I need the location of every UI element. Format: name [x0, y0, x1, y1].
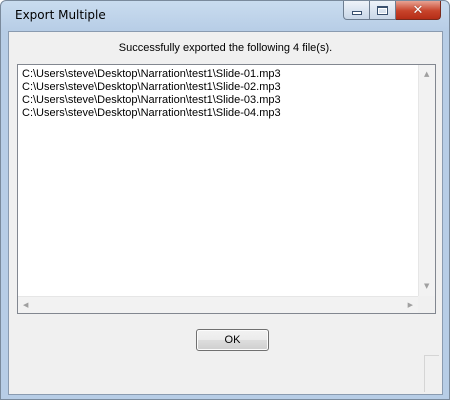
- minimize-button[interactable]: [343, 1, 370, 20]
- scroll-corner: [418, 296, 435, 313]
- horizontal-scrollbar[interactable]: ◀ ▶: [18, 296, 418, 313]
- title-bar[interactable]: Export Multiple ✕: [1, 1, 449, 31]
- export-multiple-window: Export Multiple ✕ Successfully exported …: [0, 0, 450, 400]
- scroll-left-arrow-icon[interactable]: ◀: [23, 302, 28, 309]
- list-item[interactable]: C:\Users\steve\Desktop\Narration\test1\S…: [22, 68, 281, 81]
- exported-files-list[interactable]: C:\Users\steve\Desktop\Narration\test1\S…: [17, 64, 436, 314]
- file-list-content: C:\Users\steve\Desktop\Narration\test1\S…: [22, 68, 281, 120]
- list-item[interactable]: C:\Users\steve\Desktop\Narration\test1\S…: [22, 81, 281, 94]
- close-icon: ✕: [412, 2, 424, 18]
- caption-buttons: ✕: [343, 1, 441, 21]
- scroll-right-arrow-icon[interactable]: ▶: [408, 302, 413, 309]
- scroll-down-arrow-icon[interactable]: ▼: [424, 283, 429, 290]
- maximize-icon: [377, 5, 388, 15]
- close-button[interactable]: ✕: [396, 1, 441, 20]
- dialog-body: Successfully exported the following 4 fi…: [8, 31, 443, 395]
- vertical-scrollbar[interactable]: ▲ ▼: [418, 65, 435, 296]
- minimize-icon: [352, 11, 361, 14]
- ok-button[interactable]: OK: [196, 329, 269, 351]
- resize-grip-icon[interactable]: [424, 355, 439, 392]
- export-status-message: Successfully exported the following 4 fi…: [118, 42, 333, 54]
- scroll-up-arrow-icon[interactable]: ▲: [424, 71, 429, 78]
- list-item[interactable]: C:\Users\steve\Desktop\Narration\test1\S…: [22, 107, 281, 120]
- window-title: Export Multiple: [15, 8, 106, 22]
- list-item[interactable]: C:\Users\steve\Desktop\Narration\test1\S…: [22, 94, 281, 107]
- maximize-button[interactable]: [370, 1, 396, 20]
